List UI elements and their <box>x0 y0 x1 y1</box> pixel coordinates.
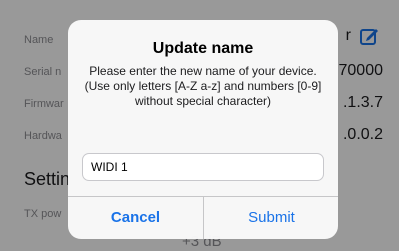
device-name-input[interactable] <box>82 153 324 181</box>
dialog-title: Update name <box>152 40 254 57</box>
cancel-button[interactable]: Cancel <box>68 197 203 239</box>
update-name-dialog: Update name Please enter the new name of… <box>68 20 338 239</box>
submit-button[interactable]: Submit <box>204 197 338 239</box>
dialog-message: Please enter the new name of your device… <box>84 64 322 108</box>
